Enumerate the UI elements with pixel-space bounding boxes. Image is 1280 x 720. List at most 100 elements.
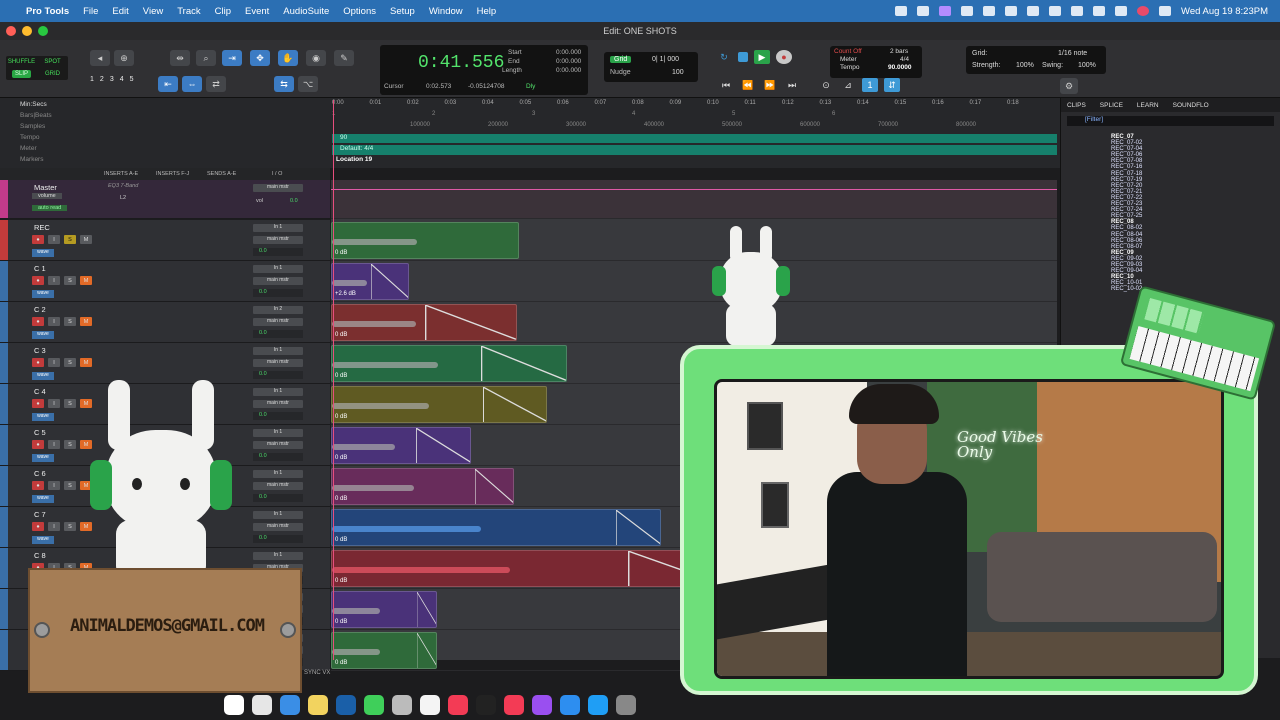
track-header-3[interactable]: C 3 ● I S Mwave In 1 main mstr 0.0	[0, 343, 330, 384]
podcasts-icon[interactable]	[532, 695, 552, 715]
ruler-markers-label[interactable]: Markers	[20, 156, 43, 163]
mute-button[interactable]: M	[80, 317, 92, 326]
master-vol-value[interactable]: 0.0	[290, 198, 298, 204]
shuffle-mode-button[interactable]: SHUFFLE	[8, 59, 35, 65]
solo-button[interactable]: S	[64, 481, 76, 490]
clip-list-item[interactable]: REC_08-02	[1111, 225, 1142, 231]
menu-event[interactable]: Event	[245, 6, 269, 17]
selector-tool-icon[interactable]: ⇥	[222, 50, 242, 66]
track-view-selector[interactable]: wave	[32, 536, 54, 544]
track-input[interactable]: In 1	[253, 429, 303, 437]
track-output[interactable]: main mstr	[253, 359, 303, 367]
record-enable-button[interactable]: ●	[32, 440, 44, 449]
count-off-label[interactable]: Count Off	[834, 48, 862, 55]
tab-learn[interactable]: LEARN	[1137, 102, 1159, 109]
marker-location[interactable]: Location 19	[332, 156, 372, 163]
track-output[interactable]: main mstr	[253, 236, 303, 244]
clip-list-item[interactable]: REC_07-18	[1111, 171, 1142, 177]
clip-gain[interactable]: +2.6 dB	[335, 291, 356, 297]
audio-clip[interactable]: 0 dB	[331, 550, 726, 587]
menu-options[interactable]: Options	[343, 6, 376, 17]
menu-file[interactable]: File	[83, 6, 98, 17]
solo-button[interactable]: S	[64, 317, 76, 326]
audio-clip[interactable]: 0 dB	[331, 632, 437, 669]
slack-icon[interactable]	[280, 695, 300, 715]
mute-button[interactable]: M	[80, 522, 92, 531]
track-header-0[interactable]: REC ● I S Mwave In 1 main mstr 0.0	[0, 220, 330, 261]
track-name[interactable]: C 3	[34, 346, 46, 355]
loop-icon[interactable]: ↻	[716, 50, 732, 64]
clip-list-item[interactable]: REC_08-07	[1111, 244, 1142, 250]
battery-icon[interactable]	[1071, 6, 1084, 16]
track-name[interactable]: C 4	[34, 387, 46, 396]
end-value[interactable]: 0:00.000	[556, 58, 581, 65]
wait-for-note-icon[interactable]: ⊙	[818, 78, 834, 92]
strength-value[interactable]: 100%	[1016, 62, 1034, 69]
fade-out[interactable]	[371, 264, 409, 299]
contacts-icon[interactable]	[392, 695, 412, 715]
track-name[interactable]: C 2	[34, 305, 46, 314]
track-input[interactable]: In 1	[253, 224, 303, 232]
tab-clips[interactable]: CLIPS	[1067, 102, 1086, 109]
clip-gain[interactable]: 0 dB	[335, 250, 347, 256]
solo-button[interactable]: S	[64, 399, 76, 408]
stop-icon[interactable]	[738, 52, 748, 62]
start-value[interactable]: 0:00.000	[556, 49, 581, 56]
settings-icon[interactable]	[616, 695, 636, 715]
track-name[interactable]: REC	[34, 223, 50, 232]
mute-button[interactable]: M	[80, 358, 92, 367]
clip-gain[interactable]: 0 dB	[335, 332, 347, 338]
track-view-selector[interactable]: wave	[32, 290, 54, 298]
fast-forward-icon[interactable]: ⏩	[762, 78, 778, 92]
fade-out[interactable]	[616, 510, 661, 545]
return-to-zero-icon[interactable]: ⏮	[718, 78, 734, 92]
clip-gain[interactable]: 0 dB	[335, 373, 347, 379]
clip-list-item[interactable]: REC_08-04	[1111, 232, 1142, 238]
clip-gain[interactable]: 0 dB	[335, 414, 347, 420]
fade-out[interactable]	[425, 305, 517, 340]
sync-icon[interactable]	[917, 6, 930, 16]
master-automation[interactable]: auto read	[32, 205, 68, 211]
track-header-1[interactable]: C 1 ● I S Mwave In 1 main mstr 0.0	[0, 261, 330, 302]
audio-clip[interactable]: 0 dB	[331, 222, 519, 259]
track-lane-2[interactable]: 0 dB	[331, 302, 1057, 343]
ruler-minsecs-label[interactable]: Min:Secs	[20, 101, 47, 108]
track-input[interactable]: In 1	[253, 552, 303, 560]
zoom-tool-icon[interactable]: ⊕	[114, 50, 134, 66]
track-output[interactable]: main mstr	[253, 441, 303, 449]
track-lane-0[interactable]: 0 dB	[331, 220, 1057, 261]
count-off-bars[interactable]: 2 bars	[890, 48, 908, 55]
track-volume[interactable]: 0.0	[253, 453, 303, 461]
freeform-icon[interactable]	[336, 695, 356, 715]
fade-out[interactable]	[417, 633, 437, 668]
clip-gain[interactable]: 0 dB	[335, 660, 347, 666]
track-volume[interactable]: 0.0	[253, 330, 303, 338]
mute-button[interactable]: M	[80, 235, 92, 244]
grabber-tool-icon[interactable]: ✥	[250, 50, 270, 66]
track-output[interactable]: main mstr	[253, 318, 303, 326]
clip-list-item[interactable]: REC_07-16	[1111, 164, 1142, 170]
audio-clip[interactable]: 0 dB	[331, 509, 661, 546]
zoom-icon[interactable]	[38, 26, 48, 36]
countoff-icon[interactable]: 1	[862, 78, 878, 92]
tempo-value[interactable]: 90.0000	[888, 64, 912, 71]
track-volume[interactable]: 0.0	[253, 371, 303, 379]
app-store-icon[interactable]	[588, 695, 608, 715]
meter-value[interactable]: 4/4	[900, 56, 909, 63]
track-volume[interactable]: 0.0	[253, 494, 303, 502]
track-input[interactable]: In 1	[253, 470, 303, 478]
menu-audiosuite[interactable]: AudioSuite	[283, 6, 329, 17]
numbers-icon[interactable]	[560, 695, 580, 715]
mute-button[interactable]: M	[80, 276, 92, 285]
menu-track[interactable]: Track	[177, 6, 200, 17]
tab-to-transient-icon[interactable]: ⇤	[158, 76, 178, 92]
slip-mode-button[interactable]: SLIP	[11, 69, 31, 78]
clip-gain[interactable]: 0 dB	[335, 619, 347, 625]
solo-button[interactable]: S	[64, 522, 76, 531]
trim-tool-icon[interactable]: ⇹	[170, 50, 190, 66]
track-name[interactable]: C 7	[34, 510, 46, 519]
display-icon[interactable]	[1027, 6, 1040, 16]
clip-gain[interactable]: 0 dB	[335, 496, 347, 502]
fade-out[interactable]	[416, 428, 471, 463]
ruler-tempo-label[interactable]: Tempo	[20, 134, 40, 141]
